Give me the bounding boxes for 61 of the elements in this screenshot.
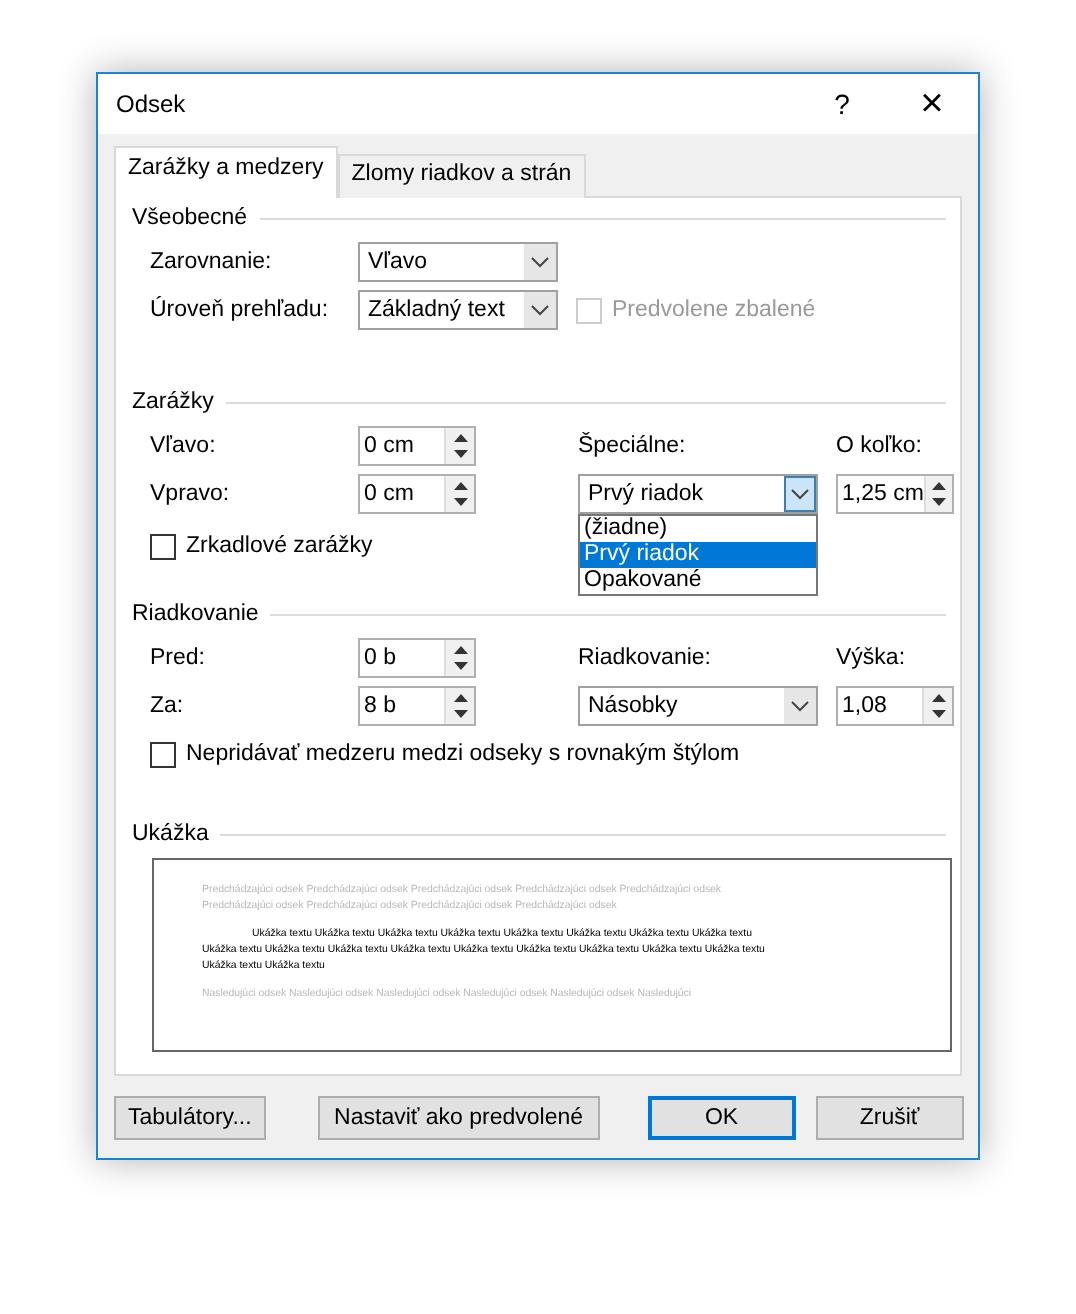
field-label: Vľavo: [150,434,218,458]
dropdown[interactable]: Násobky [578,686,818,726]
dropdown-value: Vľavo [366,250,430,274]
field-label: Výška: [836,646,906,670]
dropdown-value: Násobky [586,694,680,718]
spin-field[interactable]: 0 b [358,638,476,678]
section-heading: Ukážka [132,822,209,846]
field-label: O koľko: [836,434,922,458]
checkbox-label: Nepridávať medzeru medzi odseky s rovnakým štýlom [186,742,740,766]
field-label: Úroveň prehľadu: [150,298,331,322]
dropdown-option[interactable]: Prvý riadok [580,542,816,568]
checkbox[interactable] [150,533,176,559]
chevron-down-icon[interactable] [524,292,556,328]
section-heading: Zarážky [132,390,214,414]
chevron-down-icon[interactable] [784,476,816,512]
spin-arrows-icon[interactable] [922,688,952,724]
spin-value: 1,25 cm [840,482,924,506]
dropdown[interactable]: Základný text [358,290,558,330]
spin-field[interactable]: 0 cm [358,426,476,466]
checkbox-label: Predvolene zbalené [612,298,816,322]
dropdown-option[interactable]: Opakované [580,568,816,594]
dialog-button[interactable]: OK [647,1096,796,1140]
window-title: Odsek [116,90,188,118]
spin-arrows-icon[interactable] [923,476,952,512]
spin-field[interactable]: 0 cm [358,474,476,514]
spin-field[interactable]: 8 b [358,686,476,726]
tab[interactable]: Zarážky a medzery [114,146,338,198]
close-button[interactable]: × [886,81,978,127]
dropdown[interactable]: Vľavo [358,242,558,282]
checkbox-label: Zrkadlové zarážky [186,534,373,558]
checkbox[interactable] [150,741,176,767]
field-label: Pred: [150,646,207,670]
field-label: Špeciálne: [578,434,688,458]
spin-value: 0 cm [362,434,416,458]
dropdown-value: Prvý riadok [586,482,706,506]
spin-field[interactable]: 1,08 [836,686,954,726]
spin-arrows-icon[interactable] [444,476,474,512]
chevron-down-icon[interactable] [784,688,816,724]
spin-field[interactable]: 1,25 cm [836,474,954,514]
spin-value: 0 cm [362,482,416,506]
field-label: Za: [150,694,186,718]
dropdown-value: Základný text [366,298,507,322]
spin-arrows-icon[interactable] [444,640,474,676]
dialog-button[interactable]: Zrušiť [815,1096,964,1140]
help-button[interactable]: ? [798,88,886,120]
spin-value: 1,08 [840,694,889,718]
section-heading: Všeobecné [132,206,248,230]
spin-value: 0 b [362,646,398,670]
dialog-button[interactable]: Nastaviť ako predvolené [317,1096,600,1140]
spin-arrows-icon[interactable] [444,428,474,464]
dropdown-option[interactable]: (žiadne) [580,516,816,542]
field-label: Vpravo: [150,482,232,506]
dialog-button[interactable]: Tabulátory... [114,1096,266,1140]
dropdown[interactable]: Prvý riadok [578,474,818,514]
field-label: Riadkovanie: [578,646,713,670]
spin-value: 8 b [362,694,398,718]
tab[interactable]: Zlomy riadkov a strán [337,154,586,198]
spin-arrows-icon[interactable] [444,688,474,724]
chevron-down-icon[interactable] [524,244,556,280]
field-label: Zarovnanie: [150,250,274,274]
section-heading: Riadkovanie [132,602,259,626]
